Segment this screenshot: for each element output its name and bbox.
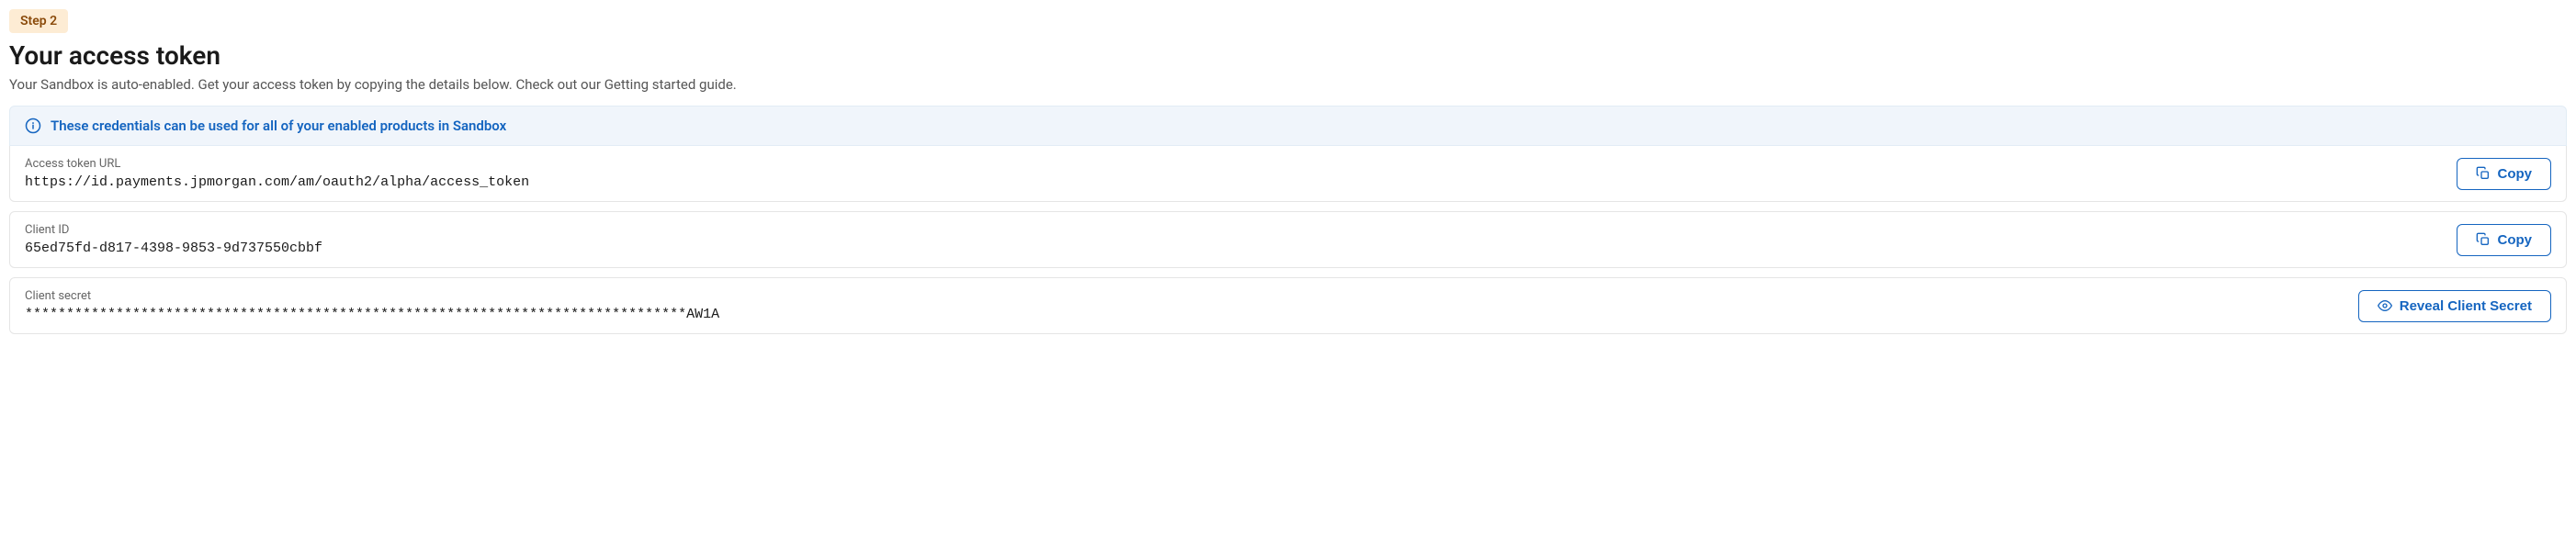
eye-icon [2378, 298, 2392, 313]
credential-value: ****************************************… [25, 307, 2340, 322]
credential-label: Access token URL [25, 157, 2438, 171]
reveal-client-secret-button[interactable]: Reveal Client Secret [2358, 290, 2551, 322]
credential-value: 65ed75fd-d817-4398-9853-9d737550cbbf [25, 241, 2438, 256]
copy-button-client-id[interactable]: Copy [2457, 224, 2552, 256]
copy-button-label: Copy [2498, 232, 2533, 248]
credential-label: Client secret [25, 289, 2340, 303]
copy-icon [2476, 166, 2491, 181]
credential-content: Access token URL https://id.payments.jpm… [25, 157, 2438, 190]
credential-label: Client ID [25, 223, 2438, 237]
info-banner: These credentials can be used for all of… [9, 106, 2567, 146]
copy-button-label: Copy [2498, 166, 2533, 182]
credential-value: https://id.payments.jpmorgan.com/am/oaut… [25, 174, 2438, 190]
copy-icon [2476, 232, 2491, 247]
credential-content: Client secret **************************… [25, 289, 2340, 322]
credential-row-client-secret: Client secret **************************… [9, 277, 2567, 334]
credential-row-access-token-url: Access token URL https://id.payments.jpm… [9, 146, 2567, 202]
reveal-button-label: Reveal Client Secret [2400, 298, 2532, 314]
step-badge: Step 2 [9, 9, 68, 33]
page-description: Your Sandbox is auto-enabled. Get your a… [9, 76, 2567, 93]
page-title: Your access token [9, 40, 2567, 71]
copy-button-access-token-url[interactable]: Copy [2457, 158, 2552, 190]
info-banner-text: These credentials can be used for all of… [51, 118, 506, 134]
credential-row-client-id: Client ID 65ed75fd-d817-4398-9853-9d7375… [9, 211, 2567, 268]
credential-content: Client ID 65ed75fd-d817-4398-9853-9d7375… [25, 223, 2438, 256]
info-icon [25, 118, 41, 134]
